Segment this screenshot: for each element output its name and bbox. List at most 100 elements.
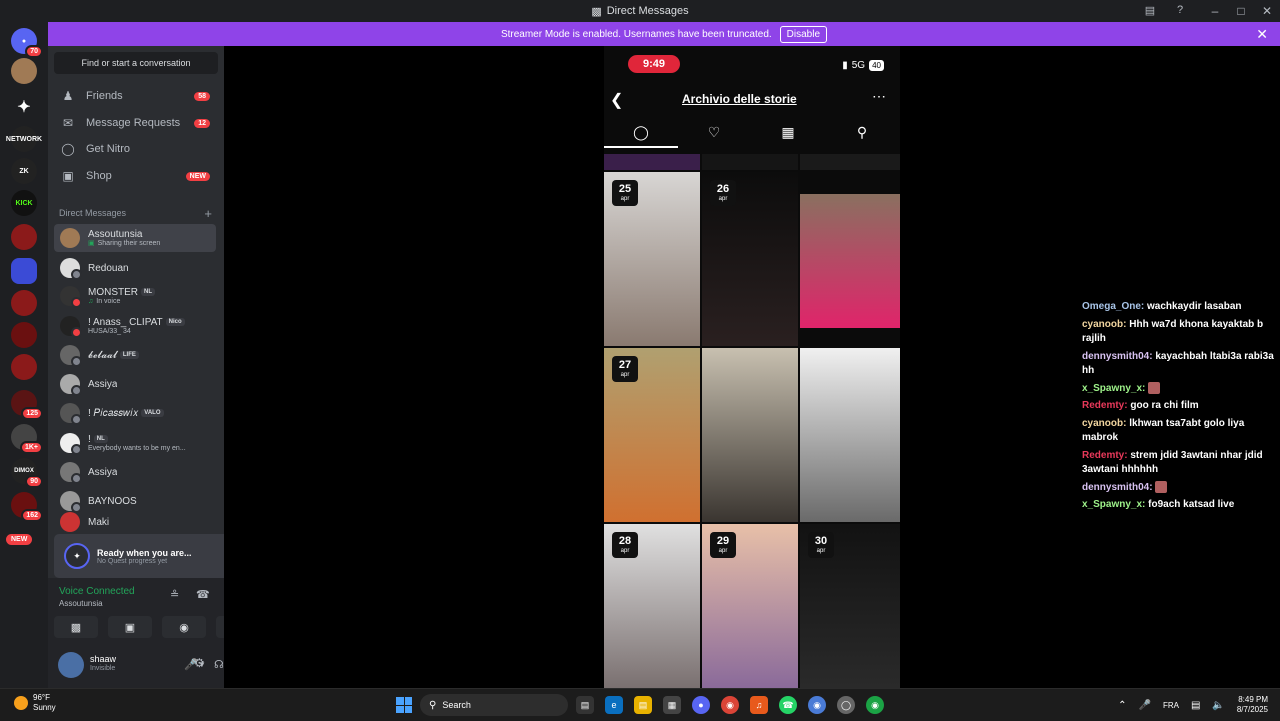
share-screen-button[interactable]: ▣	[108, 616, 152, 638]
dm-sidebar: Find or start a conversation ♟ Friends 5…	[48, 46, 264, 688]
chat-message: Redemty: goo ra chi film	[1082, 399, 1274, 414]
chevron-up-icon[interactable]: ⌃	[1118, 700, 1126, 711]
dm-name-row: 𝓫𝓮𝓵𝓪𝓪𝓵 LIFE	[88, 350, 139, 361]
server-icon[interactable]: 125	[11, 390, 43, 420]
clock[interactable]: 8:49 PM 8/7/2025	[1237, 695, 1268, 716]
maximize-button[interactable]: □	[1228, 4, 1254, 18]
dm-item[interactable]: BAYNOOS	[54, 487, 216, 515]
server-icon[interactable]	[11, 322, 37, 348]
camera-off-button[interactable]: ▩	[54, 616, 98, 638]
language-indicator[interactable]: FRA	[1163, 701, 1179, 710]
chat-text: fo9ach katsad live	[1148, 499, 1235, 510]
dm-item[interactable]: Assoutunsia ▣ Sharing their screen	[54, 224, 216, 252]
app-icon[interactable]: ◯	[837, 696, 855, 714]
mic-tray-icon[interactable]: 🎤	[1139, 700, 1151, 711]
network-label: 5G	[851, 60, 866, 71]
chat-message: Omega_One: wachkaydir lasaban	[1082, 300, 1274, 315]
date-day: 26	[716, 183, 730, 195]
file-explorer-icon[interactable]: ▤	[634, 696, 652, 714]
server-icon[interactable]	[11, 224, 37, 250]
dm-item[interactable]: ! Anass_ CLIPAT Nico HUSA/33_ 34	[54, 312, 216, 340]
dm-item[interactable]: Maki	[54, 512, 216, 532]
story-thumbnail: 27 apr	[604, 348, 700, 522]
dm-item[interactable]: Assiya	[54, 458, 216, 486]
status-dot	[71, 385, 82, 396]
help-icon[interactable]: ?	[1172, 2, 1188, 18]
nav-friends[interactable]: ♟ Friends 58	[54, 84, 218, 108]
noise-suppression-icon[interactable]: ≗	[170, 588, 179, 601]
dm-item[interactable]: ! 𝑃𝑖𝑐𝑎𝑠𝑠𝑤𝑖𝑥 VALO	[54, 399, 216, 427]
date-month: apr	[718, 196, 728, 202]
start-button[interactable]	[396, 697, 412, 713]
close-banner-icon[interactable]: ✕	[1256, 26, 1268, 43]
inbox-icon[interactable]: ▤	[1142, 2, 1158, 18]
dm-name: Redouan	[88, 262, 129, 274]
voice-channel[interactable]: Assoutunsia	[59, 599, 103, 608]
quest-title: Ready when you are...	[97, 547, 192, 558]
nav-message-requests[interactable]: ✉ Message Requests 12	[54, 111, 218, 135]
server-icon[interactable]: 1K+	[11, 424, 43, 454]
disable-streamer-mode-button[interactable]: Disable	[779, 25, 828, 43]
taskbar-search[interactable]: ⚲ Search	[420, 694, 568, 716]
store-icon[interactable]: ▦	[663, 696, 681, 714]
dm-item[interactable]: 𝓫𝓮𝓵𝓪𝓪𝓵 LIFE	[54, 341, 216, 369]
taskbar: 96°F Sunny ⚲ Search ▤ e ▤ ▦ ● ◉ ♫ ☎ ◉ ◯ …	[0, 688, 1280, 721]
dm-item[interactable]: Redouan	[54, 254, 216, 282]
date-badge: 30 apr	[808, 532, 834, 558]
back-arrow-icon: ❮	[610, 92, 624, 109]
phone-status-bar: ▮ 5G 40	[842, 60, 884, 71]
dm-item[interactable]: Assiya	[54, 370, 216, 398]
server-kick[interactable]: KICK	[11, 190, 37, 216]
headphones-icon[interactable]: ☊	[214, 658, 224, 671]
server-icon[interactable]: 162	[11, 492, 43, 522]
server-dimox[interactable]: DIMOX 90	[11, 458, 43, 488]
minimize-button[interactable]: –	[1202, 4, 1228, 18]
find-conversation-input[interactable]: Find or start a conversation	[54, 52, 218, 74]
explore-icon[interactable]: ✦	[11, 94, 37, 120]
settings-gear-icon[interactable]: ⚙	[194, 656, 205, 670]
chat-username: x_Spawny_x:	[1082, 382, 1149, 394]
chat-message: x_Spawny_x:	[1082, 381, 1274, 397]
home-button[interactable]: ● 70	[11, 28, 43, 58]
create-dm-icon[interactable]: +	[204, 206, 212, 221]
disconnect-icon[interactable]: ☎	[196, 588, 210, 601]
server-network[interactable]: NETWORK	[6, 126, 42, 152]
server-zk[interactable]: ZK	[11, 158, 37, 184]
volume-icon[interactable]: 🔈	[1212, 700, 1224, 711]
story-thumbnail: 30 apr	[800, 524, 900, 688]
highlights-tab-icon: ♡	[707, 124, 721, 140]
nav-shop[interactable]: ▣ Shop NEW	[54, 164, 218, 188]
whatsapp-icon[interactable]: ☎	[779, 696, 797, 714]
server-avatar[interactable]	[11, 58, 37, 84]
emote-icon	[1155, 480, 1168, 493]
nav-nitro[interactable]: ◯ Get Nitro	[54, 137, 218, 161]
discord-taskbar-icon[interactable]: ●	[692, 696, 710, 714]
microphone-app-icon[interactable]: ♫	[750, 696, 768, 714]
server-icon[interactable]	[11, 290, 37, 316]
archive-tabs: ◯ ♡ ▦ ⚲	[604, 124, 900, 148]
home-badge: 70	[25, 45, 43, 58]
taskbar-search-label: Search	[442, 700, 471, 710]
chat-message: cyanoob: Hhh wa7d khona kayaktab b rajli…	[1082, 318, 1274, 347]
title-bar-tools: ▤ ?	[1142, 2, 1188, 18]
browser-icon[interactable]: ◉	[808, 696, 826, 714]
chrome-icon[interactable]: ◉	[721, 696, 739, 714]
dm-name-row: ! Anass_ CLIPAT Nico	[88, 317, 185, 328]
weather-widget[interactable]: 96°F Sunny	[14, 693, 56, 712]
network-icon[interactable]: ▤	[1191, 700, 1200, 711]
server-icon[interactable]	[11, 354, 37, 380]
avatar[interactable]	[58, 652, 84, 678]
close-window-button[interactable]: ✕	[1254, 4, 1280, 18]
dm-item[interactable]: ! NL Everybody wants to be my en...	[54, 429, 216, 457]
discord-icon: ▩	[591, 5, 602, 18]
edge-icon[interactable]: e	[605, 696, 623, 714]
avatar	[60, 286, 82, 308]
chrome-profile-icon[interactable]: ◉	[866, 696, 884, 714]
task-view-icon[interactable]: ▤	[576, 696, 594, 714]
new-servers-pill[interactable]: NEW	[6, 534, 33, 545]
folder-icon[interactable]	[11, 258, 37, 284]
avatar	[60, 345, 82, 367]
server-tag: Nico	[165, 317, 185, 327]
dm-item[interactable]: MONSTER NL ♫ In voice	[54, 282, 216, 310]
activities-button[interactable]: ◉	[162, 616, 206, 638]
